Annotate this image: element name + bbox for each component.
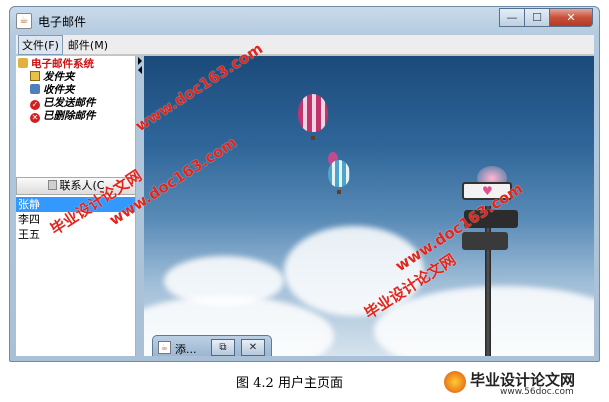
envelope-icon — [30, 71, 40, 81]
window-title: 电子邮件 — [38, 15, 87, 29]
inbox-icon — [30, 84, 40, 94]
tree-root[interactable]: 电子邮件系统 — [18, 58, 94, 70]
title-bar[interactable]: ☕ 电子邮件 — ☐ ✕ — [10, 7, 599, 35]
menu-bar: 文件(F) 邮件(M) — [16, 34, 594, 55]
maximize-button[interactable]: ☐ — [524, 8, 550, 27]
contacts-icon — [47, 180, 57, 190]
balloon-basket — [311, 136, 315, 140]
folder-root-icon — [18, 58, 28, 68]
java-app-icon: ☕ — [158, 341, 171, 354]
menu-file[interactable]: 文件(F) — [18, 34, 63, 55]
minimize-button[interactable]: — — [499, 8, 525, 27]
balloon — [298, 94, 328, 132]
signpost-pole — [485, 206, 491, 356]
cloud — [164, 256, 284, 306]
collapse-right-arrow-icon[interactable] — [138, 57, 142, 65]
balloon-basket — [337, 190, 341, 194]
mail-folder-tree: 电子邮件系统 发件夹 收件夹 ✓ 已发送邮件 ✕ 已删除邮件 — [16, 56, 136, 174]
collapse-left-arrow-icon[interactable] — [138, 66, 142, 74]
internal-close-button[interactable]: ✕ — [241, 339, 265, 356]
figure-caption: 图 4.2 用户主页面 — [236, 376, 343, 391]
close-button[interactable]: ✕ — [549, 8, 593, 27]
tree-item-inbox[interactable]: 收件夹 — [30, 84, 75, 96]
restore-button[interactable]: ⧉ — [211, 339, 235, 356]
minimized-internal-frame[interactable]: ☕ 添... ⧉ ✕ — [152, 335, 272, 356]
tree-item-deleted[interactable]: ✕ 已删除邮件 — [30, 110, 96, 123]
logo-url: www.56doc.com — [500, 387, 574, 397]
tree-item-sent[interactable]: ✓ 已发送邮件 — [30, 97, 96, 110]
tree-item-outbox[interactable]: 发件夹 — [30, 71, 75, 83]
contact-item[interactable]: 王五 — [16, 227, 135, 242]
balloon — [328, 160, 350, 187]
deleted-x-icon: ✕ — [30, 113, 40, 123]
logo-icon — [444, 371, 466, 393]
sent-check-icon: ✓ — [30, 100, 40, 110]
java-app-icon: ☕ — [16, 13, 32, 29]
sign-board — [462, 232, 508, 250]
site-logo: 毕业设计论文网 www.56doc.com — [444, 368, 606, 398]
internal-frame-title: 添... — [175, 343, 197, 356]
menu-mail[interactable]: 邮件(M) — [65, 36, 111, 54]
